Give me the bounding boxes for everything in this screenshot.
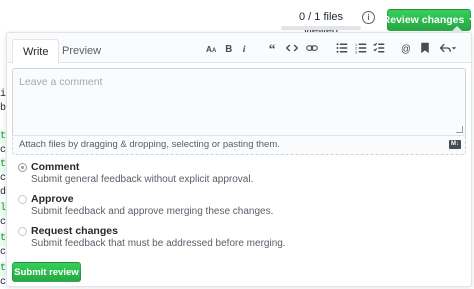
bulleted-list-icon[interactable] bbox=[334, 40, 350, 56]
header-text-icon[interactable]: AA bbox=[204, 40, 220, 56]
comment-input[interactable] bbox=[13, 69, 465, 135]
italic-icon[interactable]: i bbox=[237, 40, 253, 56]
comment-radio[interactable] bbox=[18, 163, 27, 172]
review-option-comment[interactable]: Comment Submit general feedback without … bbox=[18, 161, 438, 191]
review-changes-label: Review changes bbox=[382, 14, 465, 26]
option-title: Request changes bbox=[31, 225, 118, 237]
svg-text:@: @ bbox=[401, 44, 411, 54]
svg-text:i: i bbox=[243, 44, 246, 54]
attach-files-hint: Attach files by dragging & dropping, sel… bbox=[19, 139, 280, 150]
review-popover: Write Preview AA B i “ 123 @ Leave a com… bbox=[6, 26, 472, 287]
option-description: Submit general feedback without explicit… bbox=[31, 174, 254, 185]
option-description: Submit feedback that must be addressed b… bbox=[31, 238, 286, 249]
option-description: Submit feedback and approve merging thes… bbox=[31, 206, 274, 217]
comment-box bbox=[12, 68, 466, 135]
reply-icon[interactable] bbox=[437, 40, 459, 56]
review-option-request-changes[interactable]: Request changes Submit feedback that mus… bbox=[18, 225, 438, 255]
submit-review-button[interactable]: Submit review bbox=[12, 262, 81, 282]
numbered-list-icon[interactable]: 123 bbox=[353, 40, 369, 56]
files-viewed-progress bbox=[281, 26, 361, 30]
svg-text:3: 3 bbox=[355, 50, 357, 54]
svg-text:“: “ bbox=[269, 42, 276, 54]
tab-preview[interactable]: Preview bbox=[52, 39, 111, 64]
popover-caret bbox=[450, 26, 464, 33]
task-list-icon[interactable] bbox=[371, 40, 387, 56]
saved-reply-icon[interactable] bbox=[417, 40, 433, 56]
code-icon[interactable] bbox=[284, 40, 300, 56]
markdown-icon[interactable]: M↓ bbox=[449, 140, 461, 149]
option-title: Comment bbox=[31, 161, 80, 173]
approve-radio[interactable] bbox=[18, 195, 27, 204]
svg-text:A: A bbox=[206, 45, 212, 54]
request-changes-radio[interactable] bbox=[18, 227, 27, 236]
editor-header: Write Preview AA B i “ 123 @ bbox=[7, 33, 471, 64]
attach-files-bar[interactable]: Attach files by dragging & dropping, sel… bbox=[12, 135, 466, 155]
review-option-approve[interactable]: Approve Submit feedback and approve merg… bbox=[18, 193, 438, 223]
bold-icon[interactable]: B bbox=[221, 40, 237, 56]
svg-text:A: A bbox=[212, 48, 217, 54]
svg-text:B: B bbox=[225, 44, 232, 54]
resize-handle[interactable] bbox=[456, 126, 463, 133]
caret-down-icon bbox=[469, 18, 474, 22]
info-icon[interactable]: i bbox=[362, 11, 375, 24]
option-title: Approve bbox=[31, 193, 74, 205]
link-icon[interactable] bbox=[304, 40, 320, 56]
mention-icon[interactable]: @ bbox=[399, 40, 415, 56]
quote-icon[interactable]: “ bbox=[266, 40, 282, 56]
